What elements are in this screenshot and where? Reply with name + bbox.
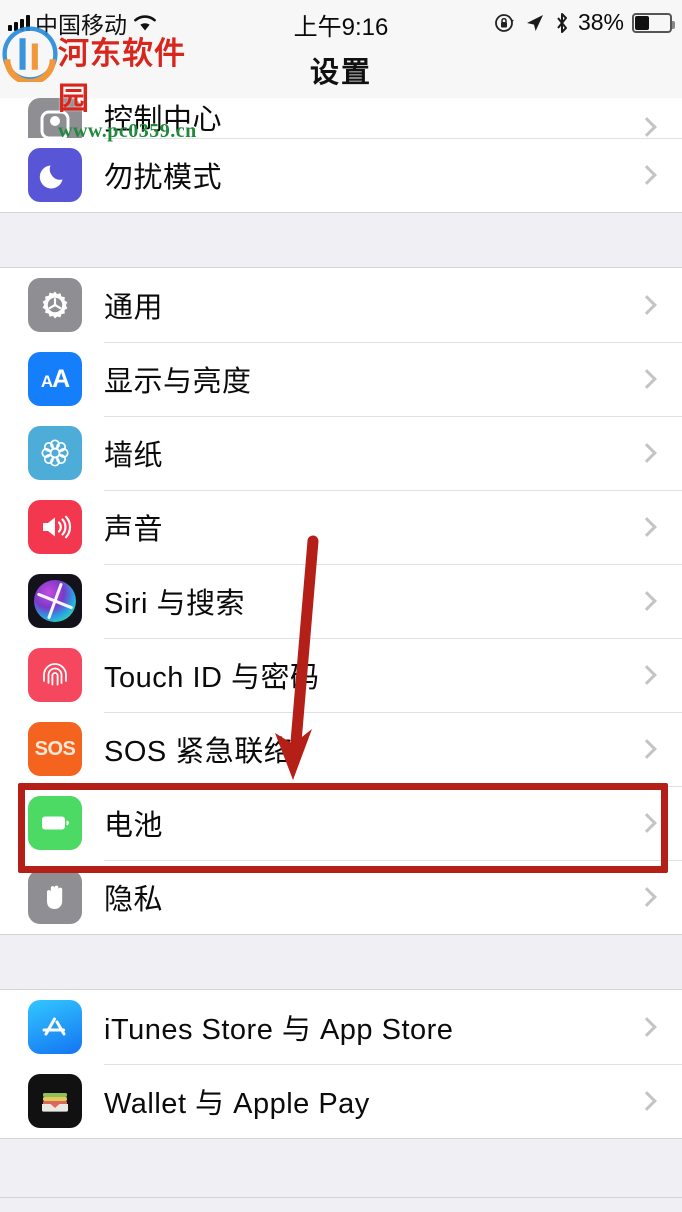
settings-group-notifications: 控制中心 勿扰模式 (0, 98, 682, 212)
sidebar-item-do-not-disturb[interactable]: 勿扰模式 (0, 138, 682, 212)
fingerprint-icon (28, 648, 82, 702)
siri-orb-icon (28, 574, 82, 628)
group-separator (0, 212, 682, 268)
speaker-icon (28, 500, 82, 554)
sidebar-item-touch-id-passcode[interactable]: Touch ID 与密码 (0, 638, 682, 712)
hand-privacy-icon (28, 870, 82, 924)
sidebar-item-privacy[interactable]: 隐私 (0, 860, 682, 934)
app-store-icon (28, 1000, 82, 1054)
chevron-right-icon (637, 665, 657, 685)
bluetooth-icon (557, 12, 567, 33)
gear-icon (28, 278, 82, 332)
sidebar-item-label: Touch ID 与密码 (104, 662, 320, 694)
status-bar-right: 38% (494, 9, 675, 36)
sidebar-item-label: 控制中心 (104, 104, 223, 136)
sidebar-item-label: 通用 (104, 292, 164, 324)
sidebar-item-label: 隐私 (104, 884, 164, 916)
chevron-right-icon (637, 887, 657, 907)
chevron-right-icon (637, 1017, 657, 1037)
sos-icon: SOS (28, 722, 82, 776)
sidebar-item-label: Siri 与搜索 (104, 588, 245, 620)
sidebar-item-label: 墙纸 (104, 440, 164, 472)
navigation-bar: 设置 (0, 42, 682, 98)
location-arrow-icon (526, 14, 543, 31)
sidebar-item-control-center[interactable]: 控制中心 (0, 98, 682, 138)
sidebar-item-battery[interactable]: 电池 (0, 786, 682, 860)
chevron-right-icon (637, 443, 657, 463)
sidebar-item-emergency-sos[interactable]: SOS SOS 紧急联络 (0, 712, 682, 786)
rotation-lock-icon (495, 13, 514, 32)
page-title: 设置 (309, 57, 372, 89)
chevron-right-icon (637, 517, 657, 537)
sidebar-item-label: iTunes Store 与 App Store (104, 1014, 454, 1046)
sidebar-item-label: 电池 (104, 810, 164, 842)
sidebar-item-label: Wallet 与 Apple Pay (104, 1088, 370, 1120)
sidebar-item-label: 勿扰模式 (104, 162, 223, 194)
sidebar-item-sounds[interactable]: 声音 (0, 490, 682, 564)
sidebar-item-wallet-apple-pay[interactable]: Wallet 与 Apple Pay (0, 1064, 682, 1138)
wallet-icon (28, 1074, 82, 1128)
sidebar-item-itunes-app-store[interactable]: iTunes Store 与 App Store (0, 990, 682, 1064)
display-brightness-aa-icon: AA (28, 352, 82, 406)
group-separator (0, 934, 682, 990)
group-separator-bottom (0, 1138, 682, 1198)
sidebar-item-label: 声音 (104, 514, 164, 546)
chevron-right-icon (637, 369, 657, 389)
sidebar-item-label: 显示与亮度 (104, 366, 252, 398)
chevron-right-icon (637, 165, 657, 185)
chevron-right-icon (637, 1091, 657, 1111)
sidebar-item-wallpaper[interactable]: 墙纸 (0, 416, 682, 490)
battery-icon (632, 12, 675, 33)
do-not-disturb-moon-icon (28, 148, 82, 202)
settings-group-stores: iTunes Store 与 App Store Wallet 与 Apple … (0, 990, 682, 1138)
chevron-right-icon (637, 813, 657, 833)
chevron-right-icon (637, 116, 657, 137)
chevron-right-icon (637, 591, 657, 611)
status-bar: 中国移动 上午9:16 38% (0, 0, 682, 42)
sidebar-item-siri-search[interactable]: Siri 与搜索 (0, 564, 682, 638)
settings-group-system: 通用 AA 显示与亮度 墙纸 声音 Siri 与搜索 Touch ID 与密码 … (0, 268, 682, 934)
chevron-right-icon (637, 739, 657, 759)
battery-icon (28, 796, 82, 850)
chevron-right-icon (637, 295, 657, 315)
control-center-icon (28, 98, 82, 138)
settings-list[interactable]: 控制中心 勿扰模式 通用 AA 显示与亮度 墙纸 声音 Siri 与搜索 Tou… (0, 98, 682, 1212)
sidebar-item-label: SOS 紧急联络 (104, 736, 294, 768)
iphone-settings-screen: 中国移动 上午9:16 38% 河东软件园 www.pc0359.cn 设置 控… (0, 0, 682, 1212)
battery-percent-label: 38% (577, 9, 624, 35)
sidebar-item-display-brightness[interactable]: AA 显示与亮度 (0, 342, 682, 416)
wallpaper-flower-icon (28, 426, 82, 480)
sidebar-item-general[interactable]: 通用 (0, 268, 682, 342)
